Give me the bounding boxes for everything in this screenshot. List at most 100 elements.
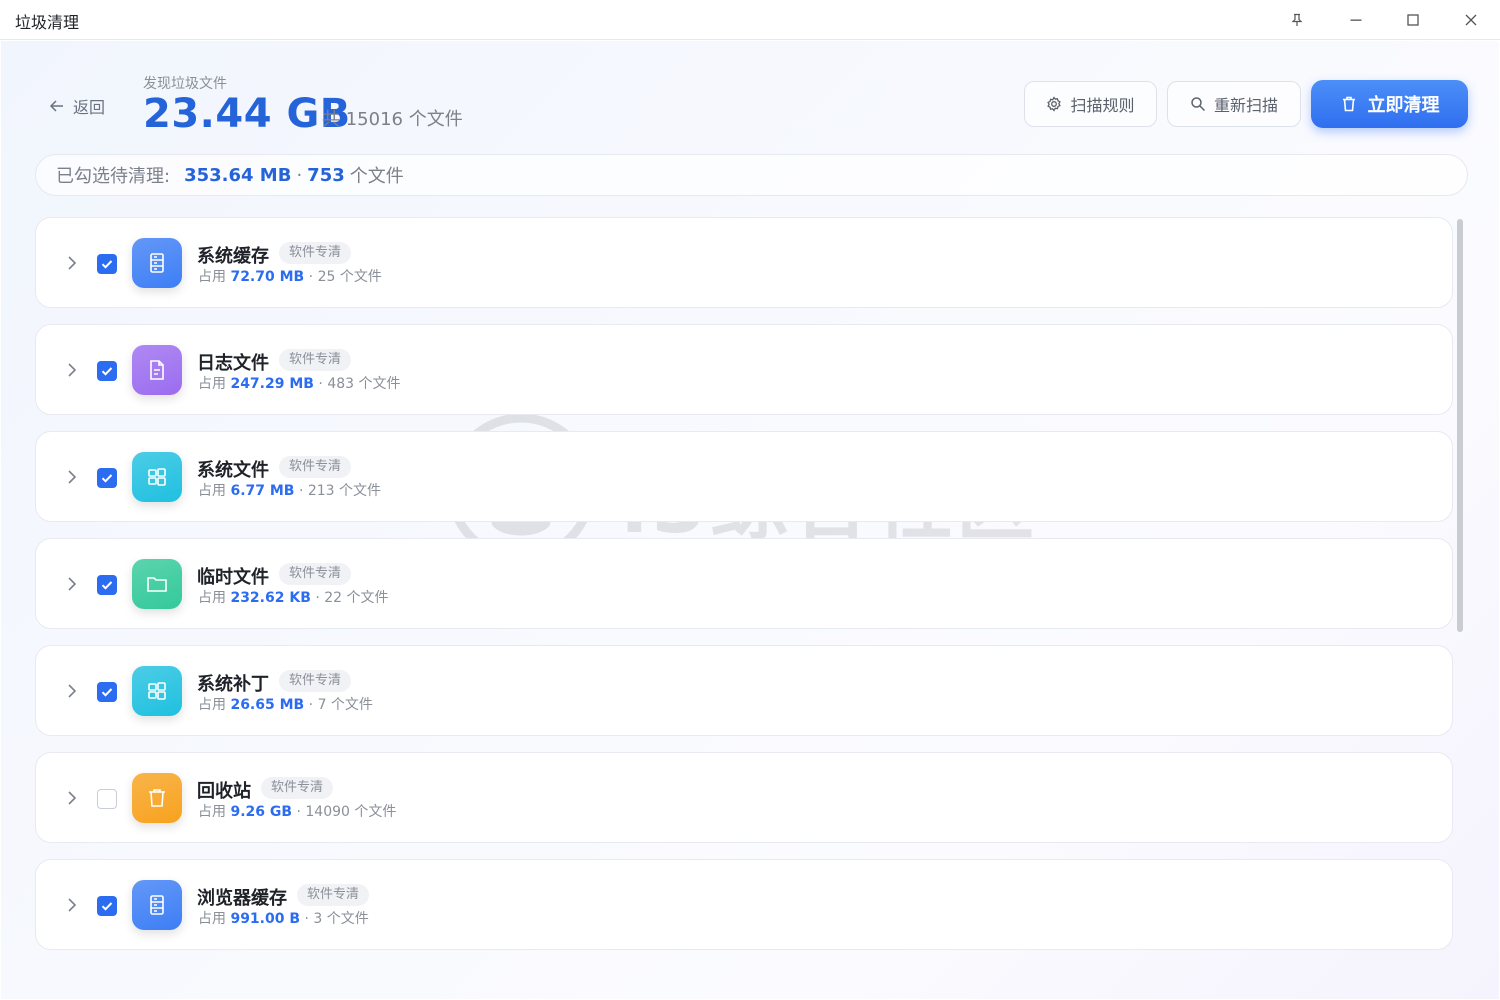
- category-checkbox[interactable]: [97, 789, 117, 809]
- category-size: 6.77 MB: [230, 483, 295, 499]
- chevron-right-icon[interactable]: [62, 574, 82, 594]
- trash-icon: [132, 773, 182, 823]
- junk-category-card[interactable]: 临时文件 软件专清 占用 232.62 KB · 22 个文件: [35, 538, 1453, 629]
- occupy-label: 占用: [198, 590, 226, 606]
- window-title: 垃圾清理: [15, 13, 80, 32]
- category-checkbox[interactable]: [97, 575, 117, 595]
- chevron-right-icon[interactable]: [62, 360, 82, 380]
- checkmark-icon: [101, 688, 113, 697]
- document-icon: [132, 345, 182, 395]
- category-files: 3 个文件: [313, 911, 369, 927]
- checkmark-icon: [101, 367, 113, 376]
- chevron-right-icon[interactable]: [62, 788, 82, 808]
- category-checkbox[interactable]: [97, 896, 117, 916]
- total-files: 共 15016 个文件: [322, 109, 463, 130]
- junk-category-card[interactable]: 日志文件 软件专清 占用 247.29 MB · 483 个文件: [35, 324, 1453, 415]
- title-bar: 垃圾清理: [0, 0, 1500, 40]
- clean-now-button[interactable]: 立即清理: [1311, 80, 1468, 128]
- category-name: 系统文件: [197, 460, 269, 481]
- category-size: 9.26 GB: [230, 804, 293, 820]
- summary-count: 753: [307, 164, 345, 186]
- scan-rules-label: 扫描规则: [1070, 96, 1135, 115]
- category-tag: 软件专清: [279, 349, 352, 371]
- minimize-icon[interactable]: [1342, 6, 1370, 34]
- trash-icon: [1342, 96, 1355, 112]
- junk-category-card[interactable]: 回收站 软件专清 占用 9.26 GB · 14090 个文件: [35, 752, 1453, 843]
- category-files: 213 个文件: [307, 483, 382, 499]
- checkmark-icon: [101, 902, 113, 911]
- category-files: 22 个文件: [324, 590, 389, 606]
- occupy-label: 占用: [198, 697, 226, 713]
- occupy-label: 占用: [198, 376, 226, 392]
- main-content: i3综合社区 www.i3zh.com 返回 发现垃圾文件 23.44 GB 共…: [1, 41, 1499, 999]
- gear-icon: [1047, 96, 1062, 112]
- category-tag: 软件专清: [279, 242, 352, 264]
- chevron-right-icon[interactable]: [62, 467, 82, 487]
- occupy-label: 占用: [198, 483, 226, 499]
- category-size: 72.70 MB: [230, 269, 305, 285]
- clean-now-label: 立即清理: [1367, 95, 1440, 116]
- category-name: 回收站: [197, 781, 251, 802]
- rescan-button[interactable]: 重新扫描: [1167, 81, 1301, 127]
- chevron-right-icon[interactable]: [62, 681, 82, 701]
- category-meta: 占用 247.29 MB · 483 个文件: [198, 376, 401, 392]
- occupy-label: 占用: [198, 269, 226, 285]
- category-size: 247.29 MB: [230, 376, 314, 392]
- back-button[interactable]: 返回: [49, 94, 105, 118]
- category-meta: 占用 26.65 MB · 7 个文件: [198, 697, 373, 713]
- category-tag: 软件专清: [261, 777, 334, 799]
- close-icon[interactable]: [1457, 6, 1485, 34]
- arrow-left-icon: [49, 100, 63, 112]
- chevron-right-icon[interactable]: [62, 253, 82, 273]
- category-name: 浏览器缓存: [197, 888, 287, 909]
- windows-icon: [132, 666, 182, 716]
- server-icon: [132, 238, 182, 288]
- category-files: 25 个文件: [317, 269, 382, 285]
- pin-icon[interactable]: [1283, 6, 1311, 34]
- summary-suffix: 个文件: [349, 166, 404, 187]
- occupy-label: 占用: [198, 804, 226, 820]
- category-files: 14090 个文件: [305, 804, 397, 820]
- summary-prefix: 已勾选待清理:: [56, 166, 171, 187]
- maximize-icon[interactable]: [1399, 6, 1427, 34]
- category-meta: 占用 991.00 B · 3 个文件: [198, 911, 369, 927]
- scan-rules-button[interactable]: 扫描规则: [1024, 81, 1157, 127]
- folder-icon: [132, 559, 182, 609]
- checkmark-icon: [101, 474, 113, 483]
- selection-summary: 已勾选待清理: 353.64 MB · 753 个文件: [35, 154, 1468, 196]
- junk-category-card[interactable]: 系统文件 软件专清 占用 6.77 MB · 213 个文件: [35, 431, 1453, 522]
- category-size: 26.65 MB: [230, 697, 305, 713]
- server-icon: [132, 880, 182, 930]
- junk-category-card[interactable]: 系统补丁 软件专清 占用 26.65 MB · 7 个文件: [35, 645, 1453, 736]
- checkmark-icon: [101, 260, 113, 269]
- category-meta: 占用 72.70 MB · 25 个文件: [198, 269, 382, 285]
- windows-icon: [132, 452, 182, 502]
- chevron-right-icon[interactable]: [62, 895, 82, 915]
- category-files: 7 个文件: [317, 697, 373, 713]
- category-name: 系统补丁: [197, 674, 269, 695]
- scrollbar-thumb[interactable]: [1457, 219, 1463, 632]
- category-name: 日志文件: [197, 353, 269, 374]
- back-label: 返回: [73, 98, 106, 117]
- category-checkbox[interactable]: [97, 682, 117, 702]
- category-name: 系统缓存: [197, 246, 269, 267]
- junk-category-card[interactable]: 系统缓存 软件专清 占用 72.70 MB · 25 个文件: [35, 217, 1453, 308]
- category-meta: 占用 6.77 MB · 213 个文件: [198, 483, 382, 499]
- category-tag: 软件专清: [279, 563, 352, 585]
- category-checkbox[interactable]: [97, 468, 117, 488]
- category-meta: 占用 9.26 GB · 14090 个文件: [198, 804, 397, 820]
- category-tag: 软件专清: [279, 670, 352, 692]
- category-size: 991.00 B: [230, 911, 301, 927]
- rescan-label: 重新扫描: [1213, 96, 1278, 115]
- junk-category-card[interactable]: 浏览器缓存 软件专清 占用 991.00 B · 3 个文件: [35, 859, 1453, 950]
- summary-separator: ·: [296, 164, 303, 186]
- category-tag: 软件专清: [297, 884, 370, 906]
- category-name: 临时文件: [197, 567, 269, 588]
- summary-size: 353.64 MB: [184, 164, 292, 186]
- occupy-label: 占用: [198, 911, 226, 927]
- found-label: 发现垃圾文件: [143, 76, 227, 92]
- category-tag: 软件专清: [279, 456, 352, 478]
- category-checkbox[interactable]: [97, 254, 117, 274]
- category-checkbox[interactable]: [97, 361, 117, 381]
- category-meta: 占用 232.62 KB · 22 个文件: [198, 590, 389, 606]
